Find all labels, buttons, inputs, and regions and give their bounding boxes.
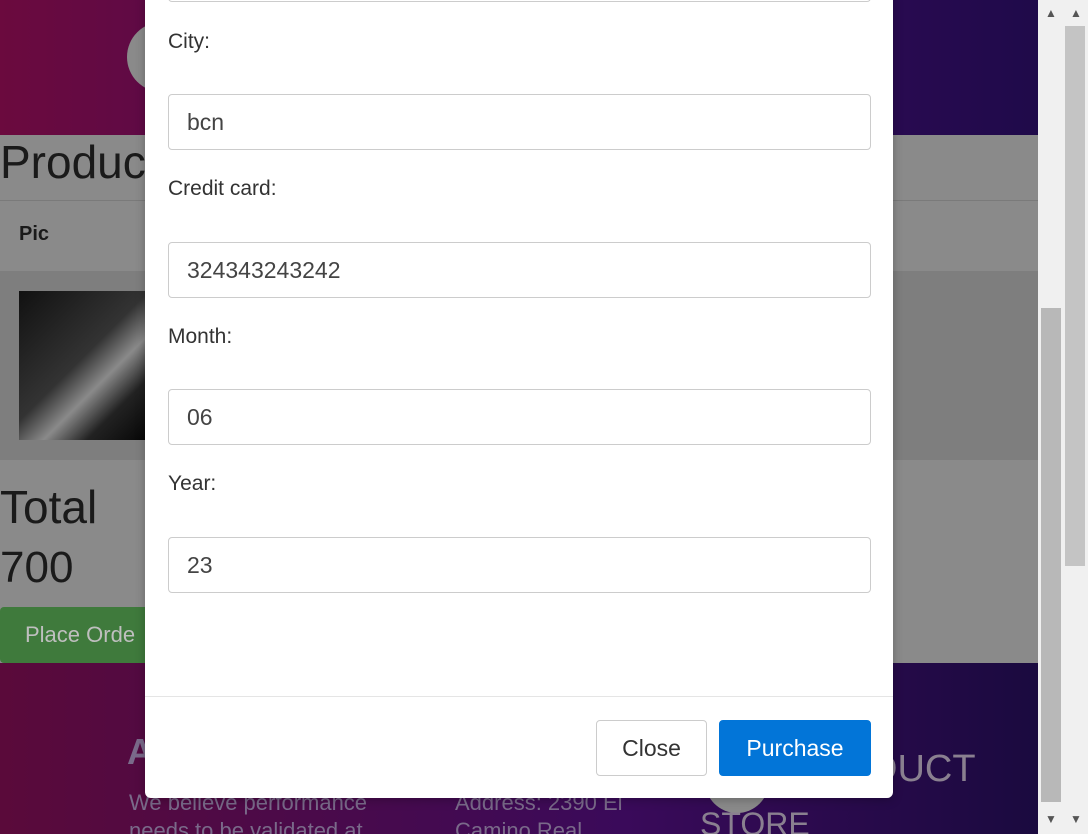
city-label: City: bbox=[168, 30, 210, 53]
year-label: Year: bbox=[168, 472, 217, 495]
year-input[interactable] bbox=[168, 537, 871, 593]
credit-card-label: Credit card: bbox=[168, 177, 277, 200]
products-title: Produc bbox=[0, 136, 146, 188]
month-label: Month: bbox=[168, 325, 233, 348]
page-scrollbar-thumb[interactable] bbox=[1065, 26, 1085, 566]
chevron-down-icon[interactable]: ▼ bbox=[1070, 812, 1082, 826]
total-label: Total bbox=[0, 481, 98, 533]
table-header-pic: Pic bbox=[19, 223, 50, 245]
total-value: 700 bbox=[0, 543, 74, 592]
close-button[interactable]: Close bbox=[596, 720, 707, 776]
purchase-button[interactable]: Purchase bbox=[719, 720, 871, 776]
previous-field-input[interactable] bbox=[168, 0, 871, 2]
place-order-modal: City: Credit card: Month: Year: Close Pu… bbox=[145, 0, 893, 798]
product-image bbox=[19, 291, 159, 440]
chevron-up-icon[interactable]: ▲ bbox=[1045, 6, 1057, 20]
chevron-down-icon[interactable]: ▼ bbox=[1045, 812, 1057, 826]
credit-card-input[interactable] bbox=[168, 242, 871, 298]
chevron-up-icon[interactable]: ▲ bbox=[1070, 6, 1082, 20]
month-input[interactable] bbox=[168, 389, 871, 445]
city-input[interactable] bbox=[168, 94, 871, 150]
modal-footer-divider bbox=[145, 696, 893, 697]
modal-scrollbar-thumb[interactable] bbox=[1041, 308, 1061, 802]
footer-store-text: STORE bbox=[700, 806, 810, 834]
